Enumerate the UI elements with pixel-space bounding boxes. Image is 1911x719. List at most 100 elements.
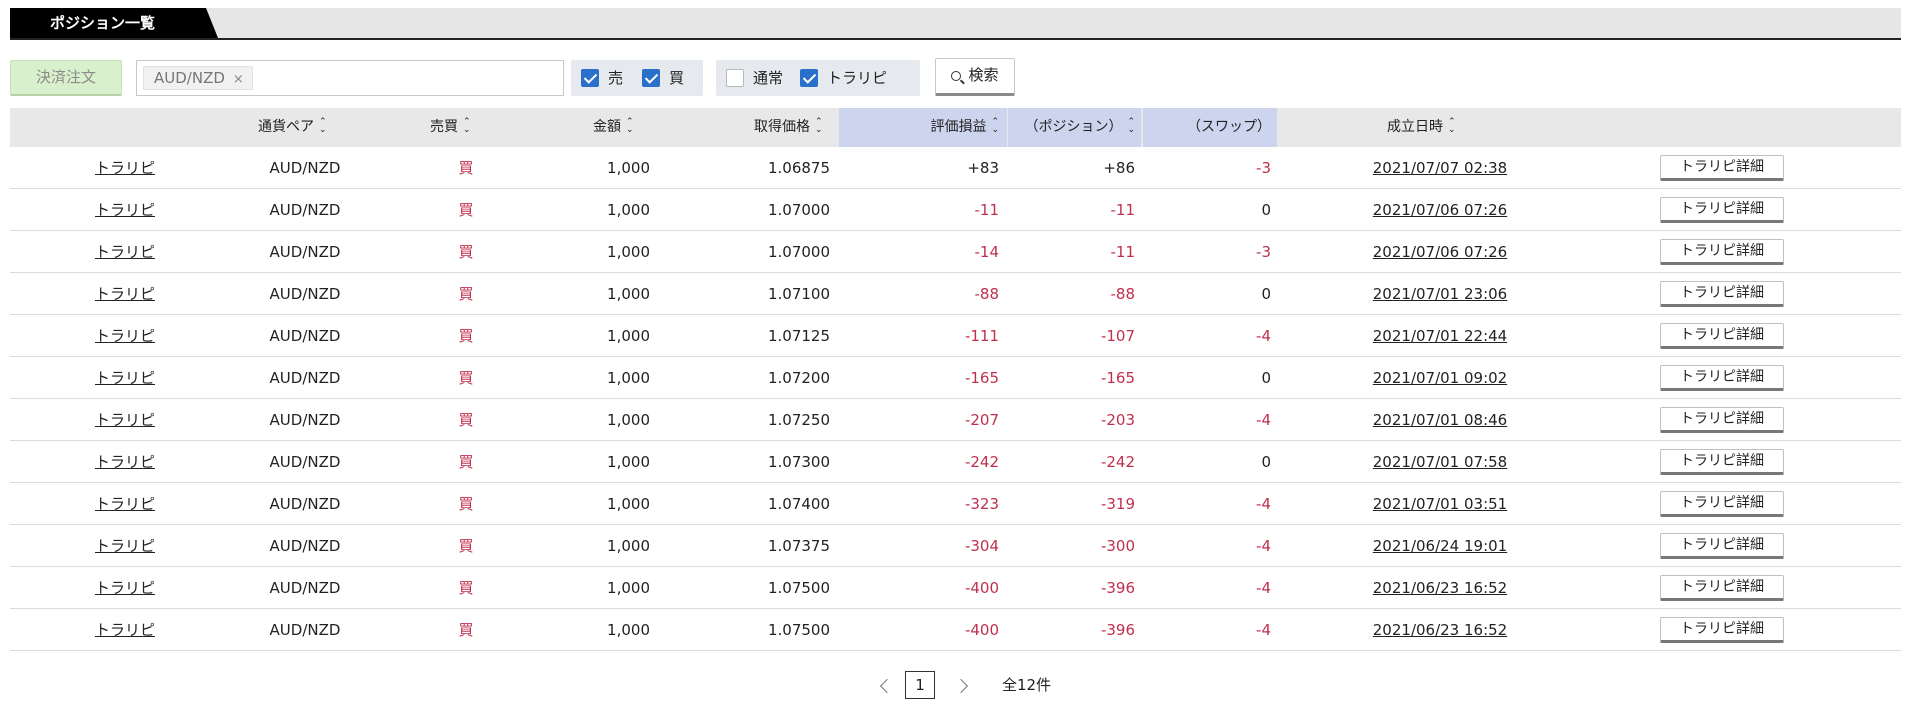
trarepi-detail-button[interactable]: トラリピ詳細	[1660, 491, 1784, 517]
trarepi-detail-button[interactable]: トラリピ詳細	[1660, 155, 1784, 181]
row-date-link[interactable]: 2021/07/06 07:26	[1340, 189, 1540, 231]
trarepi-detail-button[interactable]: トラリピ詳細	[1660, 407, 1784, 433]
row-type-link[interactable]: トラリピ	[10, 357, 240, 399]
chip-remove-icon[interactable]: ×	[233, 72, 244, 87]
trarepi-detail-button[interactable]: トラリピ詳細	[1660, 197, 1784, 223]
header-date[interactable]: 成立日時 ⌃ ⌄	[1387, 108, 1456, 147]
row-swap: -4	[1256, 621, 1271, 639]
trarepi-detail-button[interactable]: トラリピ詳細	[1660, 365, 1784, 391]
sort-icon: ⌃ ⌄	[463, 117, 471, 135]
trarepi-detail-button[interactable]: トラリピ詳細	[1660, 533, 1784, 559]
row-position: -11	[1110, 201, 1136, 219]
row-swap: -3	[1256, 243, 1271, 261]
row-pair: AUD/NZD	[269, 201, 341, 219]
row-pnl: -207	[964, 411, 999, 429]
settle-order-button[interactable]: 決済注文	[10, 60, 122, 96]
row-price: 1.07400	[767, 495, 830, 513]
row-type-link[interactable]: トラリピ	[10, 399, 240, 441]
row-date-link[interactable]: 2021/07/01 08:46	[1340, 399, 1540, 441]
header-price-label: 取得価格	[754, 119, 810, 135]
row-pnl: -11	[974, 201, 1000, 219]
row-type-link[interactable]: トラリピ	[10, 231, 240, 273]
table-body: トラリピ AUD/NZD 買 1,000 1.06875 +83 +86 -3 2021/07/…	[10, 147, 1901, 651]
trarepi-detail-button[interactable]: トラリピ詳細	[1660, 323, 1784, 349]
row-date-link[interactable]: 2021/07/01 22:44	[1340, 315, 1540, 357]
next-page-icon[interactable]	[953, 678, 969, 694]
table-row: トラリピ AUD/NZD 買 1,000 1.07125 -111 -107 -4 2021/0…	[10, 315, 1901, 357]
sell-checkbox-label: 売	[608, 69, 624, 87]
buy-checkbox[interactable]: 買	[642, 69, 684, 89]
header-pnl[interactable]: 評価損益 ⌃ ⌄	[839, 108, 1007, 147]
row-price: 1.06875	[767, 159, 830, 177]
row-swap: 0	[1261, 369, 1271, 387]
row-swap: 0	[1261, 285, 1271, 303]
table-row: トラリピ AUD/NZD 買 1,000 1.07375 -304 -300 -4 2021/0…	[10, 525, 1901, 567]
sell-checkbox[interactable]: 売	[581, 69, 623, 89]
row-pair: AUD/NZD	[269, 537, 341, 555]
row-side: 買	[458, 621, 474, 639]
trarepi-detail-button[interactable]: トラリピ詳細	[1660, 617, 1784, 643]
header-amount[interactable]: 金額 ⌃ ⌄	[593, 108, 634, 147]
row-pnl: -400	[964, 579, 999, 597]
row-position: +86	[1103, 159, 1135, 177]
row-amount: 1,000	[607, 159, 650, 177]
row-position: -203	[1100, 411, 1135, 429]
row-type-link[interactable]: トラリピ	[10, 315, 240, 357]
search-button-label: 検索	[968, 66, 999, 84]
row-date-link[interactable]: 2021/07/06 07:26	[1340, 231, 1540, 273]
row-price: 1.07000	[767, 201, 830, 219]
row-position: -107	[1100, 327, 1135, 345]
row-date-link[interactable]: 2021/06/23 16:52	[1340, 567, 1540, 609]
row-pnl: -88	[974, 285, 1000, 303]
row-price: 1.07000	[767, 243, 830, 261]
row-price: 1.07500	[767, 621, 830, 639]
search-button[interactable]: 検索	[935, 58, 1015, 96]
row-type-link[interactable]: トラリピ	[10, 147, 240, 189]
trarepi-checkbox[interactable]: トラリピ	[800, 69, 887, 89]
trarepi-detail-button[interactable]: トラリピ詳細	[1660, 281, 1784, 307]
row-type-link[interactable]: トラリピ	[10, 483, 240, 525]
header-position[interactable]: （ポジション） ⌃ ⌄	[1008, 108, 1141, 147]
row-price: 1.07250	[767, 411, 830, 429]
row-position: -165	[1100, 369, 1135, 387]
row-type-link[interactable]: トラリピ	[10, 273, 240, 315]
table-row: トラリピ AUD/NZD 買 1,000 1.07200 -165 -165 0 2021/07…	[10, 357, 1901, 399]
panel-title-bar: ポジション一覧	[10, 8, 1901, 40]
trarepi-detail-button[interactable]: トラリピ詳細	[1660, 449, 1784, 475]
buy-checkbox-label: 買	[669, 69, 685, 87]
prev-page-icon[interactable]	[879, 678, 895, 694]
row-price: 1.07500	[767, 579, 830, 597]
trarepi-detail-button[interactable]: トラリピ詳細	[1660, 575, 1784, 601]
type-filter-group: 通常 トラリピ	[716, 60, 920, 96]
row-swap: 0	[1261, 201, 1271, 219]
row-type-link[interactable]: トラリピ	[10, 189, 240, 231]
header-pair[interactable]: 通貨ペア ⌃ ⌄	[258, 108, 327, 147]
header-side[interactable]: 売買 ⌃ ⌄	[430, 108, 471, 147]
row-pair: AUD/NZD	[269, 621, 341, 639]
row-swap: -4	[1256, 327, 1271, 345]
row-swap: -4	[1256, 579, 1271, 597]
row-date-link[interactable]: 2021/06/24 19:01	[1340, 525, 1540, 567]
row-type-link[interactable]: トラリピ	[10, 441, 240, 483]
row-side: 買	[458, 453, 474, 471]
row-pair: AUD/NZD	[269, 243, 341, 261]
normal-checkbox[interactable]: 通常	[726, 69, 783, 89]
row-date-link[interactable]: 2021/07/07 02:38	[1340, 147, 1540, 189]
page-1-button[interactable]: 1	[905, 671, 935, 699]
row-type-link[interactable]: トラリピ	[10, 609, 240, 651]
row-date-link[interactable]: 2021/06/23 16:52	[1340, 609, 1540, 651]
row-date-link[interactable]: 2021/07/01 07:58	[1340, 441, 1540, 483]
row-date-link[interactable]: 2021/07/01 03:51	[1340, 483, 1540, 525]
currency-filter-input[interactable]: AUD/NZD ×	[136, 60, 564, 96]
row-pnl: -323	[964, 495, 999, 513]
row-side: 買	[458, 537, 474, 555]
row-date-link[interactable]: 2021/07/01 23:06	[1340, 273, 1540, 315]
row-pnl: -165	[964, 369, 999, 387]
row-side: 買	[458, 369, 474, 387]
row-side: 買	[458, 495, 474, 513]
row-date-link[interactable]: 2021/07/01 09:02	[1340, 357, 1540, 399]
row-type-link[interactable]: トラリピ	[10, 567, 240, 609]
header-price[interactable]: 取得価格 ⌃ ⌄	[754, 108, 823, 147]
row-type-link[interactable]: トラリピ	[10, 525, 240, 567]
trarepi-detail-button[interactable]: トラリピ詳細	[1660, 239, 1784, 265]
